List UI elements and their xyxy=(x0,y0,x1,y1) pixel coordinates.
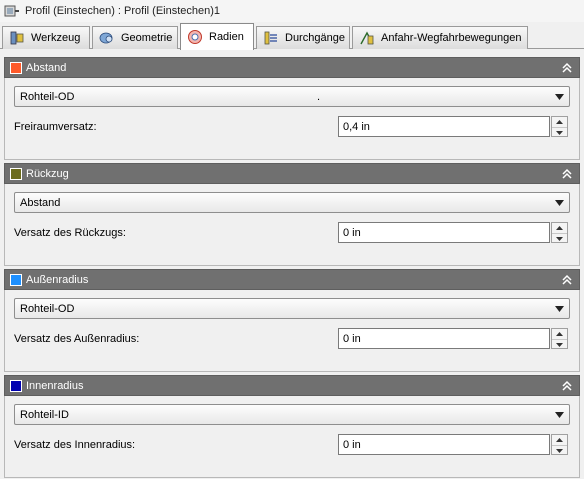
spin-buttons xyxy=(551,434,568,455)
spin-up-icon xyxy=(556,120,563,124)
tab-werkzeug[interactable]: Werkzeug xyxy=(2,26,90,49)
section-title: Abstand xyxy=(26,61,67,74)
linking-icon xyxy=(360,31,374,45)
window-title: Profil (Einstechen) : Profil (Einstechen… xyxy=(25,5,221,17)
increment-button[interactable] xyxy=(552,329,567,339)
dropdown-extra-text: . xyxy=(317,91,321,103)
turning-profile-icon xyxy=(4,5,19,17)
increment-button[interactable] xyxy=(552,435,567,445)
section-title: Außenradius xyxy=(26,273,89,286)
decrement-button[interactable] xyxy=(552,233,567,243)
outer-radius-offset-stepper: 0 in xyxy=(338,328,570,349)
decrement-button[interactable] xyxy=(552,127,567,137)
dropdown-value: Rohteil-ID xyxy=(20,408,69,421)
decrement-button[interactable] xyxy=(552,339,567,349)
collapse-chevron-icon[interactable] xyxy=(561,167,573,181)
spin-down-icon xyxy=(556,236,563,241)
spin-down-icon xyxy=(556,342,563,347)
section-header[interactable]: Außenradius xyxy=(4,269,580,290)
field-label: Versatz des Innenradius: xyxy=(14,439,136,451)
section-aussenradius: Außenradius Rohteil-OD Versatz des Außen… xyxy=(4,269,580,372)
retract-from-dropdown[interactable]: Abstand xyxy=(14,192,570,213)
field-label: Versatz des Außenradius: xyxy=(14,333,140,345)
tab-geometrie[interactable]: Geometrie xyxy=(92,26,178,49)
spin-down-icon xyxy=(556,130,563,135)
color-swatch xyxy=(10,273,22,286)
section-header[interactable]: Abstand xyxy=(4,57,580,78)
increment-button[interactable] xyxy=(552,117,567,127)
spin-up-icon xyxy=(556,438,563,442)
dropdown-value: Rohteil-OD xyxy=(20,90,75,103)
spin-up-icon xyxy=(556,226,563,230)
section-body: Abstand Versatz des Rückzugs: 0 in xyxy=(4,184,580,266)
section-body: Rohteil-OD . Freiraumversatz: 0,4 in xyxy=(4,78,580,160)
radii-panel: Abstand Rohteil-OD . Freiraumversatz: 0,… xyxy=(4,57,580,478)
tab-label: Werkzeug xyxy=(31,32,81,44)
spin-down-icon xyxy=(556,448,563,453)
radii-icon xyxy=(188,30,202,44)
section-title: Rückzug xyxy=(26,167,69,180)
dropdown-value: Rohteil-OD xyxy=(20,302,75,315)
clearance-offset-stepper: 0,4 in xyxy=(338,116,570,137)
section-innenradius: Innenradius Rohteil-ID Versatz des Innen… xyxy=(4,375,580,478)
chevron-down-icon xyxy=(555,305,564,312)
inner-radius-from-dropdown[interactable]: Rohteil-ID xyxy=(14,404,570,425)
tab-label: Durchgänge xyxy=(285,32,345,44)
field-label: Freiraumversatz: xyxy=(14,121,97,133)
collapse-chevron-icon[interactable] xyxy=(561,61,573,75)
outer-radius-offset-input[interactable]: 0 in xyxy=(338,328,550,349)
section-rueckzug: Rückzug Abstand Versatz des Rückzugs: 0 … xyxy=(4,163,580,266)
collapse-chevron-icon[interactable] xyxy=(561,273,573,287)
section-header[interactable]: Innenradius xyxy=(4,375,580,396)
collapse-chevron-icon[interactable] xyxy=(561,379,573,393)
geometry-icon xyxy=(99,32,113,44)
tab-label: Radien xyxy=(209,31,244,43)
chevron-down-icon xyxy=(555,93,564,100)
passes-icon xyxy=(264,31,277,45)
dropdown-value: Abstand xyxy=(20,196,61,209)
tool-icon xyxy=(10,31,24,45)
section-header[interactable]: Rückzug xyxy=(4,163,580,184)
color-swatch xyxy=(10,61,22,74)
chevron-down-icon xyxy=(555,411,564,418)
inner-radius-offset-input[interactable]: 0 in xyxy=(338,434,550,455)
color-swatch xyxy=(10,379,22,392)
inner-radius-offset-stepper: 0 in xyxy=(338,434,570,455)
tab-radien[interactable]: Radien xyxy=(180,23,254,50)
section-body: Rohteil-ID Versatz des Innenradius: 0 in xyxy=(4,396,580,478)
decrement-button[interactable] xyxy=(552,445,567,455)
tab-strip: Werkzeug Geometrie Radien Durchgänge Anf… xyxy=(0,22,584,50)
retract-offset-input[interactable]: 0 in xyxy=(338,222,550,243)
color-swatch xyxy=(10,167,22,180)
tab-label: Anfahr-Wegfahrbewegungen xyxy=(381,32,522,44)
chevron-down-icon xyxy=(555,199,564,206)
spin-up-icon xyxy=(556,332,563,336)
section-abstand: Abstand Rohteil-OD . Freiraumversatz: 0,… xyxy=(4,57,580,160)
field-label: Versatz des Rückzugs: xyxy=(14,227,126,239)
title-bar: Profil (Einstechen) : Profil (Einstechen… xyxy=(0,0,584,22)
increment-button[interactable] xyxy=(552,223,567,233)
section-title: Innenradius xyxy=(26,379,84,392)
retract-offset-stepper: 0 in xyxy=(338,222,570,243)
tab-label: Geometrie xyxy=(121,32,173,44)
tab-durchgaenge[interactable]: Durchgänge xyxy=(256,26,350,49)
clearance-offset-input[interactable]: 0,4 in xyxy=(338,116,550,137)
clearance-from-dropdown[interactable]: Rohteil-OD . xyxy=(14,86,570,107)
spin-buttons xyxy=(551,328,568,349)
section-body: Rohteil-OD Versatz des Außenradius: 0 in xyxy=(4,290,580,372)
spin-buttons xyxy=(551,222,568,243)
outer-radius-from-dropdown[interactable]: Rohteil-OD xyxy=(14,298,570,319)
tab-anfahr-wegfahrbewegungen[interactable]: Anfahr-Wegfahrbewegungen xyxy=(352,26,528,49)
spin-buttons xyxy=(551,116,568,137)
